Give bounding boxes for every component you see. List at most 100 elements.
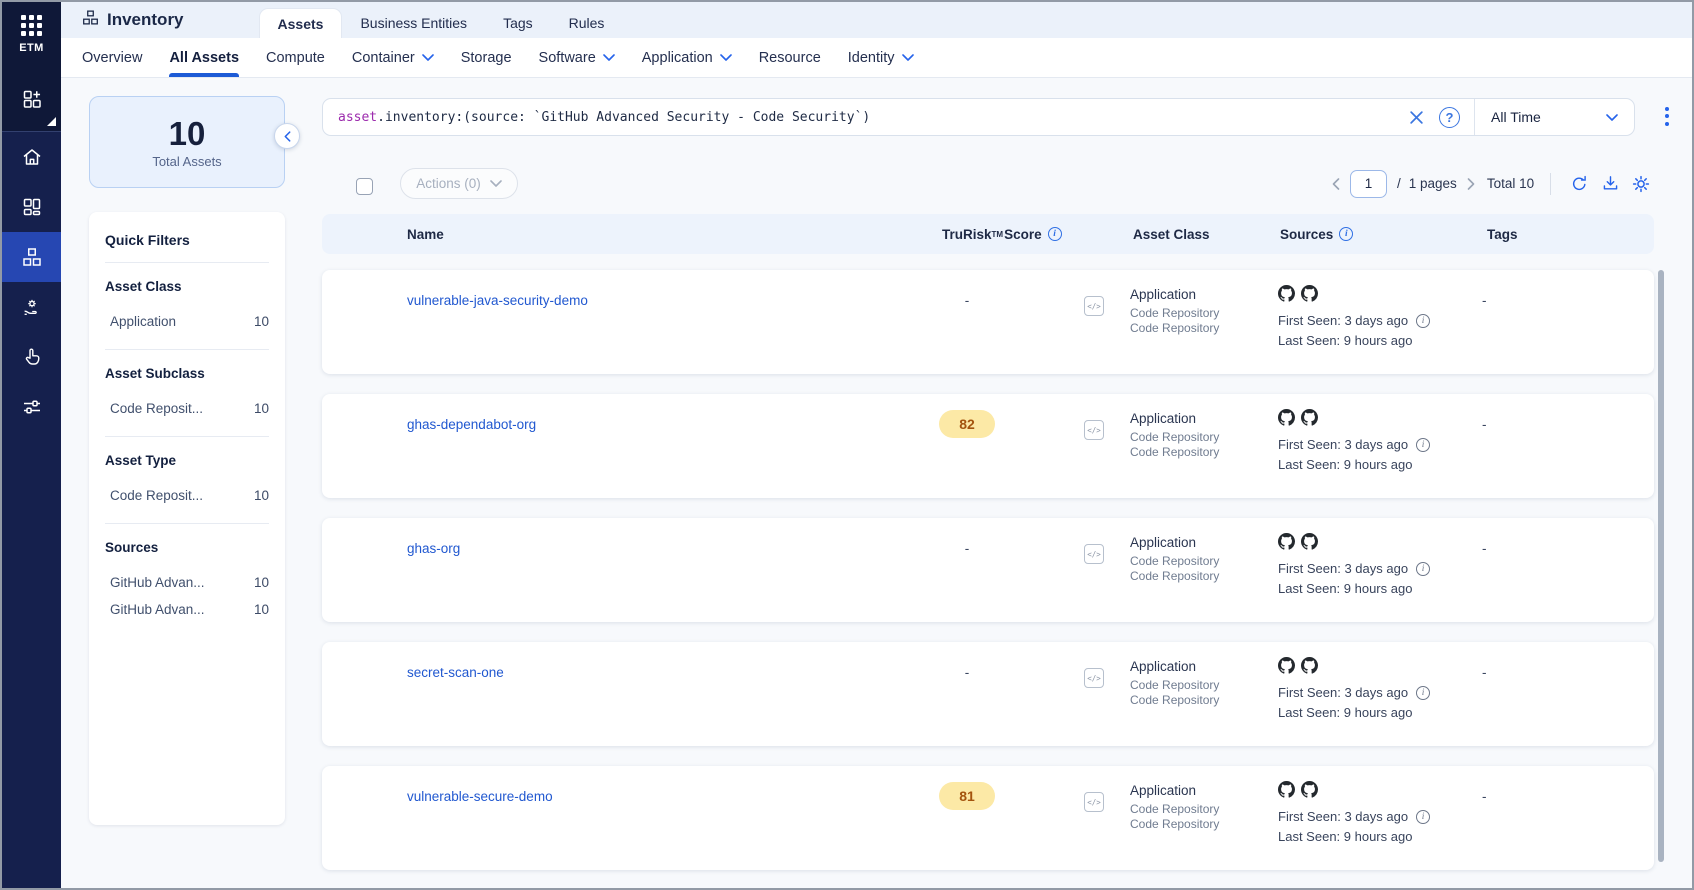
sidebar-item-response[interactable] — [2, 332, 61, 382]
app-launcher[interactable]: ETM — [2, 2, 61, 66]
filter-item-label: GitHub Advan... — [110, 600, 205, 619]
gear-icon[interactable] — [1628, 171, 1654, 197]
asset-name-link[interactable]: vulnerable-java-security-demo — [407, 293, 588, 308]
dashboard-icon — [21, 196, 43, 218]
subnav-item-all-assets[interactable]: All Assets — [169, 38, 239, 77]
sources-cell: First Seen: 3 days ago i Last Seen: 9 ho… — [1278, 409, 1430, 475]
tab-business-entities[interactable]: Business Entities — [342, 8, 485, 38]
prev-page-icon[interactable] — [1332, 178, 1340, 190]
query-rest: .inventory:(source: `GitHub Advanced Sec… — [377, 110, 870, 125]
subnav-item-software[interactable]: Software — [539, 38, 615, 77]
tab-assets[interactable]: Assets — [259, 8, 343, 38]
info-icon[interactable]: i — [1416, 810, 1430, 824]
column-header-tags[interactable]: Tags — [1487, 214, 1518, 254]
column-header-asset-class[interactable]: Asset Class — [1133, 214, 1210, 254]
asset-subclass-value: Code Repository — [1130, 306, 1219, 321]
apps-grid-icon — [21, 15, 42, 36]
filter-item-count: 10 — [254, 486, 269, 505]
sources-cell: First Seen: 3 days ago i Last Seen: 9 ho… — [1278, 533, 1430, 599]
info-icon[interactable]: i — [1339, 227, 1353, 241]
download-icon[interactable] — [1597, 171, 1623, 197]
column-header-sources[interactable]: Sources i — [1280, 214, 1353, 254]
filter-item-label: Code Reposit... — [110, 486, 203, 505]
first-seen-value: First Seen: 3 days ago — [1278, 683, 1408, 703]
vertical-scrollbar[interactable] — [1658, 270, 1664, 862]
subnav-item-compute[interactable]: Compute — [266, 38, 325, 77]
sources-cell: First Seen: 3 days ago i Last Seen: 9 ho… — [1278, 781, 1430, 847]
total-assets-count: 10 — [169, 115, 206, 153]
filter-item-github-advan-[interactable]: GitHub Advan...10 — [105, 573, 269, 592]
subnav-item-identity[interactable]: Identity — [848, 38, 914, 77]
subnav-item-container[interactable]: Container — [352, 38, 434, 77]
sidebar-item-inventory[interactable] — [2, 232, 61, 282]
asset-name-link[interactable]: ghas-dependabot-org — [407, 417, 536, 432]
asset-class-cell: Application Code Repository Code Reposit… — [1130, 411, 1219, 460]
next-page-icon[interactable] — [1467, 178, 1475, 190]
actions-button[interactable]: Actions (0) — [400, 168, 518, 199]
column-header-trurisk-score[interactable]: TruRiskTMScore i — [942, 214, 1062, 254]
gear-hand-icon — [21, 296, 43, 318]
filter-item-github-advan-[interactable]: GitHub Advan... 10 — [105, 600, 269, 619]
expand-corner-icon — [47, 117, 56, 126]
trurisk-score-value: - — [965, 665, 970, 680]
refresh-icon[interactable] — [1566, 171, 1592, 197]
asset-name-link[interactable]: ghas-org — [407, 541, 460, 556]
column-header-name[interactable]: Name — [407, 214, 444, 254]
github-icon — [1278, 409, 1295, 426]
subnav-item-overview[interactable]: Overview — [82, 38, 142, 77]
more-options-icon[interactable] — [1659, 102, 1675, 130]
info-icon[interactable]: i — [1416, 438, 1430, 452]
asset-type-value: Code Repository — [1130, 569, 1219, 584]
sidebar-item-dashboards[interactable] — [2, 182, 61, 232]
search-bar[interactable]: asset.inventory:(source: `GitHub Advance… — [322, 98, 1635, 136]
filter-item-code-reposit-[interactable]: Code Reposit... 10 — [105, 486, 269, 505]
sidebar-item-configuration[interactable] — [2, 382, 61, 432]
page-title: Inventory — [107, 10, 184, 30]
total-assets-card[interactable]: 10 Total Assets — [89, 96, 285, 188]
asset-subclass-value: Code Repository — [1130, 678, 1219, 693]
home-icon — [21, 146, 43, 168]
search-query-input[interactable]: asset.inventory:(source: `GitHub Advance… — [323, 110, 1409, 125]
help-icon[interactable]: ? — [1439, 107, 1460, 128]
tab-tags[interactable]: Tags — [485, 8, 551, 38]
subnav-item-storage[interactable]: Storage — [461, 38, 512, 77]
asset-name-link[interactable]: vulnerable-secure-demo — [407, 789, 553, 804]
info-icon[interactable]: i — [1416, 562, 1430, 576]
select-all-checkbox[interactable] — [356, 178, 373, 195]
quick-filter-groups: Asset Class Application10 Asset Subclass Co… — [105, 263, 269, 637]
sidebar-item-services[interactable] — [2, 282, 61, 332]
total-count-label: Total 10 — [1487, 176, 1534, 191]
time-range-dropdown[interactable]: All Time — [1474, 99, 1634, 135]
inventory-boxes-icon — [21, 246, 43, 268]
collapse-panel-button[interactable] — [274, 123, 300, 149]
info-icon[interactable]: i — [1416, 314, 1430, 328]
chevron-down-icon — [720, 54, 732, 61]
sidebar-item-module-picker[interactable] — [2, 66, 61, 132]
app-add-icon — [21, 88, 43, 110]
filter-item-count: 10 — [254, 600, 269, 619]
total-assets-label: Total Assets — [152, 154, 221, 169]
asset-class-value: Application — [1130, 659, 1219, 674]
filter-item-code-reposit-[interactable]: Code Reposit...10 — [105, 399, 269, 418]
page-number-input[interactable]: 1 — [1350, 170, 1387, 198]
clear-search-icon[interactable] — [1409, 110, 1424, 125]
subnav-item-label: Software — [539, 50, 596, 66]
sidebar-item-home[interactable] — [2, 132, 61, 182]
subnav-item-application[interactable]: Application — [642, 38, 732, 77]
tags-value: - — [1482, 417, 1487, 432]
filter-group-title: Asset Type — [105, 452, 269, 469]
filter-group-title: Asset Subclass — [105, 365, 269, 382]
filter-item-label: GitHub Advan... — [110, 573, 205, 592]
asset-name-link[interactable]: secret-scan-one — [407, 665, 504, 680]
filter-item-application[interactable]: Application10 — [105, 312, 269, 331]
info-icon[interactable]: i — [1416, 686, 1430, 700]
filter-group-title: Asset Class — [105, 278, 269, 295]
chevron-left-icon — [284, 131, 291, 142]
trurisk-score-cell: - — [929, 286, 1005, 314]
subnav-item-resource[interactable]: Resource — [759, 38, 821, 77]
info-icon[interactable]: i — [1048, 227, 1062, 241]
first-seen-value: First Seen: 3 days ago — [1278, 435, 1408, 455]
github-icon — [1301, 533, 1318, 550]
tab-rules[interactable]: Rules — [551, 8, 623, 38]
asset-class-value: Application — [1130, 411, 1219, 426]
